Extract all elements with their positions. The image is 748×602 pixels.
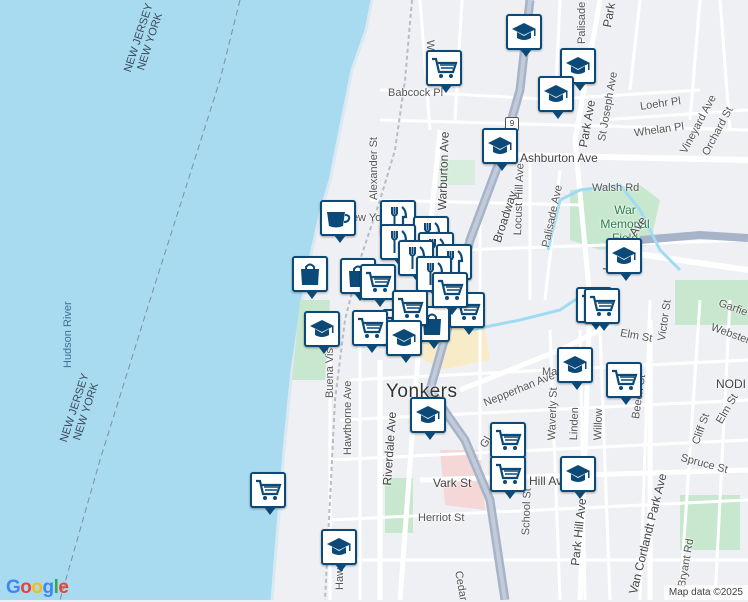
cafe-marker[interactable] xyxy=(320,200,356,243)
shopping-cart-icon xyxy=(254,476,282,504)
graduation-cap-icon xyxy=(325,533,353,561)
store-marker[interactable] xyxy=(606,362,642,405)
shopping-cart-icon xyxy=(588,292,616,320)
shopping-cart-icon xyxy=(356,314,384,342)
store-marker[interactable] xyxy=(490,456,526,499)
school-marker[interactable] xyxy=(410,397,446,440)
store-marker[interactable] xyxy=(426,50,462,93)
shopping-cart-icon xyxy=(436,276,464,304)
store-marker[interactable] xyxy=(360,264,396,307)
shopping-cart-icon xyxy=(364,268,392,296)
shop-marker[interactable] xyxy=(292,256,328,299)
store-marker[interactable] xyxy=(432,272,468,315)
map-attribution[interactable]: Map data ©2025 xyxy=(663,585,748,600)
street-label: Babcock Pl xyxy=(388,87,444,99)
school-marker[interactable] xyxy=(321,529,357,572)
graduation-cap-icon xyxy=(610,242,638,270)
street-label: School St xyxy=(520,487,534,536)
graduation-cap-icon xyxy=(414,401,442,429)
graduation-cap-icon xyxy=(390,324,418,352)
shopping-cart-icon xyxy=(494,460,522,488)
coffee-cup-icon xyxy=(324,204,352,232)
store-marker[interactable] xyxy=(584,288,620,331)
street-label: Locust Hill Ave xyxy=(512,163,527,236)
school-marker[interactable] xyxy=(538,76,574,119)
river-label: Hudson River xyxy=(62,301,74,368)
street-label: Herriot St xyxy=(418,512,465,524)
street-label: Linden xyxy=(568,406,582,441)
shopping-bag-icon xyxy=(296,260,324,288)
school-marker[interactable] xyxy=(304,311,340,354)
graduation-cap-icon xyxy=(510,18,538,46)
store-marker[interactable] xyxy=(250,472,286,515)
street-label: Vark St xyxy=(433,476,472,490)
street-label: Waverly St xyxy=(546,387,560,441)
shopping-cart-icon xyxy=(396,294,424,322)
school-marker[interactable] xyxy=(606,238,642,281)
school-marker[interactable] xyxy=(386,320,422,363)
graduation-cap-icon xyxy=(561,351,589,379)
graduation-cap-icon xyxy=(308,315,336,343)
school-marker[interactable] xyxy=(482,128,518,171)
neighborhood-label: NODI xyxy=(716,377,746,391)
street-label: Warburton Ave xyxy=(435,131,452,211)
school-marker[interactable] xyxy=(557,347,593,390)
street-label: Ashburton Ave xyxy=(520,151,598,165)
school-marker[interactable] xyxy=(560,456,596,499)
shopping-cart-icon xyxy=(494,426,522,454)
store-marker[interactable] xyxy=(490,422,526,465)
google-logo[interactable]: Google xyxy=(6,577,69,599)
street-label: Ma xyxy=(542,366,558,378)
shopping-cart-icon xyxy=(430,54,458,82)
street-label: Alexander St xyxy=(368,137,380,200)
graduation-cap-icon xyxy=(486,132,514,160)
school-marker[interactable] xyxy=(506,14,542,57)
store-marker[interactable] xyxy=(352,310,388,353)
graduation-cap-icon xyxy=(542,80,570,108)
street-label: Walsh Rd xyxy=(592,182,640,194)
street-label: Palisade xyxy=(576,1,588,44)
graduation-cap-icon xyxy=(564,460,592,488)
street-label: Willow xyxy=(592,408,606,441)
shopping-cart-icon xyxy=(610,366,638,394)
street-label: Hawthorne Ave xyxy=(342,380,354,455)
